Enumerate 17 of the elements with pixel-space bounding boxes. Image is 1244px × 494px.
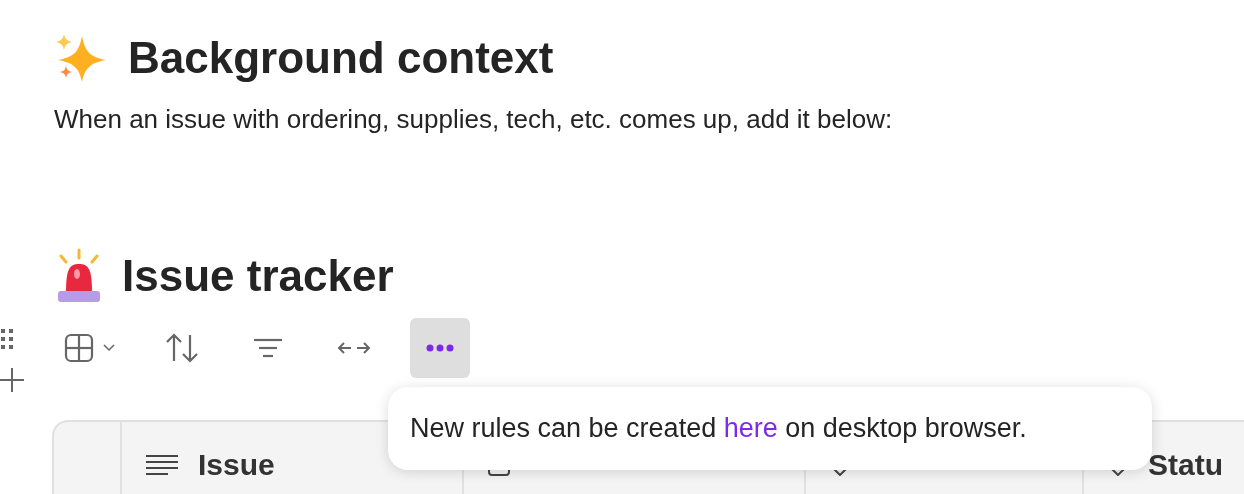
tooltip-text: New rules can be created here on desktop browser. [410, 413, 1027, 444]
more-icon [426, 344, 454, 352]
drag-handle-icon[interactable] [0, 328, 14, 350]
resize-icon [337, 341, 371, 355]
add-icon[interactable] [0, 368, 24, 392]
table-icon [64, 333, 94, 363]
section-heading: Background context [128, 33, 554, 83]
column-header[interactable]: Issue [198, 448, 275, 482]
filter-icon [253, 338, 283, 358]
text-icon [146, 455, 178, 475]
section-heading: Issue tracker [122, 251, 394, 301]
here-link[interactable]: here [723, 413, 778, 443]
toolbar-button[interactable] [410, 318, 470, 378]
description-text: When an issue with ordering, supplies, tech, etc. comes up, add it below: [54, 103, 894, 136]
chevron-icon [102, 343, 116, 353]
sort-icon [164, 333, 200, 363]
column-header[interactable]: Statu [1148, 448, 1223, 482]
